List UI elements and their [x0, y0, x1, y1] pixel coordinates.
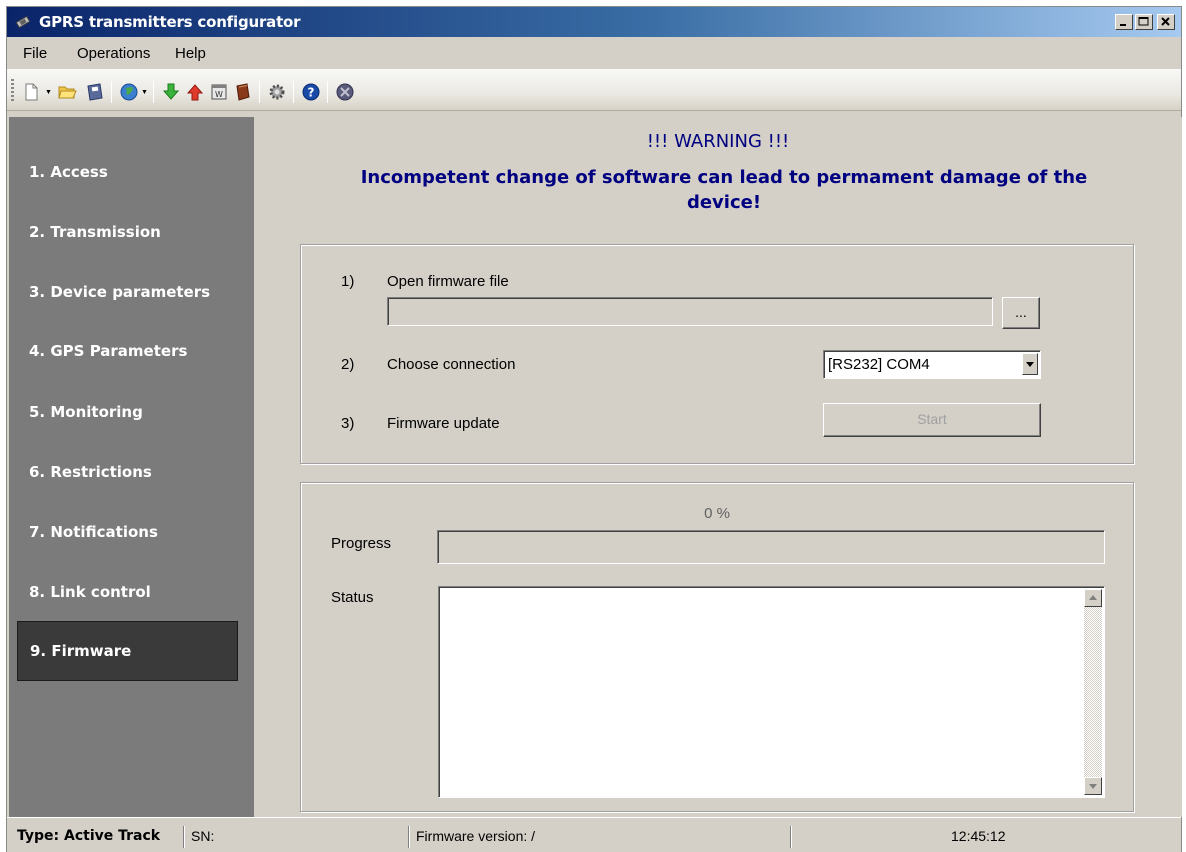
- arrow-up-icon: [1089, 595, 1097, 600]
- status-bar: Type: Active Track SN: Firmware version:…: [7, 817, 1181, 852]
- minimize-button[interactable]: [1115, 14, 1133, 30]
- serial-number: SN:: [191, 828, 215, 844]
- sidebar-item-link-control[interactable]: 8. Link control: [29, 583, 151, 601]
- svg-text:?: ?: [308, 86, 315, 100]
- warning-title: !!! WARNING !!!: [646, 131, 790, 152]
- firmware-file-field[interactable]: [387, 297, 993, 326]
- save-icon[interactable]: [85, 82, 105, 102]
- menu-bar: File Operations Help: [7, 37, 1181, 67]
- maximize-button[interactable]: [1135, 14, 1153, 30]
- sidebar-nav: 1. Access 2. Transmission 3. Device para…: [9, 117, 254, 817]
- upload-arrow-icon[interactable]: [185, 82, 205, 102]
- close-icon: [1161, 17, 1170, 26]
- toolbar-separator: [327, 81, 328, 103]
- toolbar-separator: [153, 81, 154, 103]
- connection-select[interactable]: [RS232] COM4: [823, 350, 1041, 379]
- globe-dropdown-icon[interactable]: ▼: [141, 89, 148, 96]
- exit-icon[interactable]: [335, 82, 355, 102]
- step1-label: Open firmware file: [387, 273, 509, 290]
- device-type: Type: Active Track: [17, 828, 161, 844]
- window-title: GPRS transmitters configurator: [39, 13, 301, 31]
- step3-label: Firmware update: [387, 415, 500, 432]
- globe-icon[interactable]: [119, 82, 139, 102]
- step2-number: 2): [341, 356, 355, 373]
- toolbar-separator: [111, 81, 112, 103]
- open-folder-icon[interactable]: [57, 82, 77, 102]
- firmware-panel: !!! WARNING !!! Incompetent change of so…: [254, 117, 1182, 817]
- close-button[interactable]: [1157, 14, 1175, 30]
- download-arrow-icon[interactable]: [161, 82, 181, 102]
- sidebar-item-device-parameters[interactable]: 3. Device parameters: [29, 283, 210, 301]
- menu-help[interactable]: Help: [175, 45, 206, 62]
- help-icon[interactable]: ?: [301, 82, 321, 102]
- progress-percent: 0 %: [704, 505, 730, 522]
- step1-number: 1): [341, 273, 355, 290]
- progress-bar: [437, 530, 1105, 564]
- sidebar-item-firmware[interactable]: 9. Firmware: [17, 621, 238, 681]
- warning-message: Incompetent change of software can lead …: [360, 167, 1088, 213]
- svg-text:W: W: [215, 90, 223, 99]
- scroll-up-button[interactable]: [1084, 589, 1102, 607]
- status-scrollbar[interactable]: [1084, 589, 1102, 795]
- toolbar: ▼ ▼ W ?: [7, 69, 1181, 111]
- menu-file[interactable]: File: [23, 45, 47, 62]
- start-update-button[interactable]: Start: [823, 403, 1041, 437]
- sidebar-item-transmission[interactable]: 2. Transmission: [29, 223, 161, 241]
- step2-label: Choose connection: [387, 356, 516, 373]
- statusbar-separator: [790, 826, 792, 848]
- dropdown-arrow-button[interactable]: [1022, 353, 1038, 375]
- toolbar-grip[interactable]: [11, 79, 14, 103]
- chevron-down-icon: [1026, 362, 1034, 367]
- sidebar-item-monitoring[interactable]: 5. Monitoring: [29, 403, 143, 421]
- calendar-icon[interactable]: W: [209, 82, 229, 102]
- step3-number: 3): [341, 415, 355, 432]
- firmware-steps-group: 1) Open firmware file ... 2) Choose conn…: [300, 244, 1134, 464]
- toolbar-separator: [293, 81, 294, 103]
- clock-time: 12:45:12: [951, 828, 1006, 844]
- statusbar-separator: [183, 826, 185, 848]
- maximize-icon: [1138, 17, 1149, 26]
- sidebar-item-access[interactable]: 1. Access: [29, 163, 108, 181]
- status-label: Status: [331, 589, 374, 606]
- scroll-down-button[interactable]: [1084, 777, 1102, 795]
- sidebar-item-restrictions[interactable]: 6. Restrictions: [29, 463, 152, 481]
- new-dropdown-icon[interactable]: ▼: [45, 89, 52, 96]
- progress-label: Progress: [331, 535, 392, 552]
- browse-file-button[interactable]: ...: [1002, 297, 1040, 329]
- status-log[interactable]: [438, 586, 1105, 798]
- toolbar-separator: [259, 81, 260, 103]
- menu-operations[interactable]: Operations: [77, 45, 150, 62]
- title-bar[interactable]: GPRS transmitters configurator: [7, 7, 1181, 37]
- sidebar-item-gps-parameters[interactable]: 4. GPS Parameters: [29, 342, 187, 360]
- connection-selected-value: [RS232] COM4: [828, 356, 930, 373]
- book-icon[interactable]: [233, 82, 253, 102]
- app-window: GPRS transmitters configurator File Oper…: [6, 6, 1182, 852]
- settings-gear-icon[interactable]: [267, 82, 287, 102]
- arrow-down-icon: [1089, 784, 1097, 789]
- minimize-icon: [1120, 24, 1126, 26]
- new-icon[interactable]: [21, 82, 41, 102]
- firmware-version: Firmware version: /: [416, 828, 536, 844]
- statusbar-separator: [408, 826, 410, 848]
- sidebar-item-notifications[interactable]: 7. Notifications: [29, 523, 158, 541]
- satellite-app-icon: [15, 15, 31, 29]
- progress-group: 0 % Progress Status: [300, 482, 1134, 812]
